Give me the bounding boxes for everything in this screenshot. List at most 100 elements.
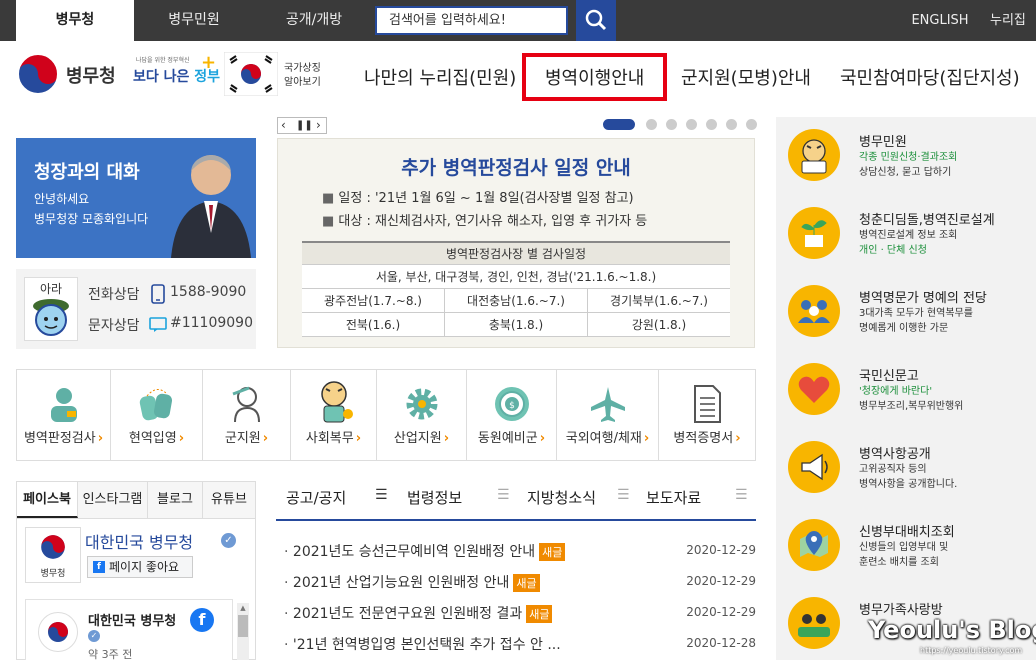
- slider-dot[interactable]: [726, 119, 737, 130]
- table-title: 병역판정검사장 별 검사일정: [302, 243, 730, 265]
- document-icon: [694, 385, 721, 423]
- facebook-widget: 병무청 대한민국 병무청 ✓ f 페이지 좋아요 대한민국 병무청 f ✓ 약 …: [16, 519, 256, 661]
- menu-icon[interactable]: ☰: [375, 487, 388, 503]
- nuri-link[interactable]: 누리집: [990, 0, 1036, 41]
- gov-innovation-logo[interactable]: 나답을 위한 정부혁신 보다 나은 정부 +: [133, 52, 220, 96]
- english-link[interactable]: ENGLISH: [900, 0, 980, 41]
- service-industry[interactable]: 산업지원 ›: [377, 370, 467, 460]
- search-input[interactable]: 검색어를 입력하세요!: [375, 6, 568, 35]
- tab-civil[interactable]: 병무민원: [134, 0, 254, 41]
- nav-recruit[interactable]: 군지원(모병)안내: [681, 64, 811, 90]
- quick-link-desc: 훈련소 배치를 조회: [859, 557, 939, 568]
- nav-participation[interactable]: 국민참여마당(집단지성): [840, 64, 1020, 90]
- service-exam[interactable]: 병역판정검사 ›: [17, 370, 111, 460]
- service-enlist[interactable]: 현역입영 ›: [111, 370, 203, 460]
- notice-date: 2020-12-29: [686, 605, 756, 619]
- menu-icon[interactable]: ☰: [617, 487, 630, 503]
- quick-link-desc: 병역사항을 공개합니다.: [859, 479, 958, 490]
- ara-avatar: 아라: [24, 277, 78, 341]
- quick-link-desc: 신병들의 입영부대 및: [859, 542, 949, 553]
- scrollbar[interactable]: ▲: [237, 603, 249, 660]
- service-certificate[interactable]: 병적증명서 ›: [659, 370, 755, 460]
- sns-tab-youtube[interactable]: 유튜브: [203, 482, 255, 518]
- scroll-up-icon[interactable]: ▲: [238, 605, 248, 612]
- board-tab-law[interactable]: 법령정보: [407, 487, 462, 508]
- search-icon: [585, 9, 607, 31]
- facebook-icon: f: [93, 561, 105, 573]
- slider-dot[interactable]: [646, 119, 657, 130]
- menu-icon[interactable]: ☰: [497, 487, 510, 503]
- slider-dot[interactable]: [706, 119, 717, 130]
- board-tab-press[interactable]: 보도자료: [646, 487, 701, 508]
- table-cell: 강원(1.8.): [588, 313, 730, 337]
- medal-icon: $: [495, 387, 529, 421]
- sns-tab-facebook[interactable]: 페이스북: [17, 482, 78, 518]
- slider-dot-active[interactable]: [603, 119, 635, 130]
- notice-row[interactable]: · 2021년 산업기능요원 인원배정 안내 새글 2020-12-29: [276, 572, 756, 592]
- facebook-icon: f: [190, 608, 214, 632]
- fb-like-button[interactable]: f 페이지 좋아요: [87, 556, 193, 578]
- quick-link-desc: 병무부조리,복무위반행위: [859, 401, 964, 412]
- ara-mascot-icon: [33, 299, 69, 336]
- board-tab-notice[interactable]: 공고/공지: [286, 487, 346, 508]
- mma-logo[interactable]: 병무청: [16, 52, 116, 96]
- symbol-line1: 국가상징: [284, 63, 321, 74]
- new-badge: 새글: [539, 543, 566, 561]
- quick-link-epeople[interactable]: 국민신문고 '청장에게 바란다' 병무부조리,복무위반행위: [776, 351, 1036, 429]
- slider-notice[interactable]: 추가 병역판정검사 일정 안내 ■ 일정 : '21년 1월 6일 ~ 1월 8…: [277, 138, 755, 348]
- quick-link-desc: 각종 민원신청·결과조회: [859, 152, 958, 163]
- gear-icon: [406, 388, 438, 420]
- quick-link-placement[interactable]: 신병부대배치조회 신병들의 입영부대 및 훈련소 배치를 조회: [776, 507, 1036, 585]
- service-social[interactable]: 사회복무 ›: [291, 370, 377, 460]
- sms-number[interactable]: #11109090: [170, 315, 253, 331]
- national-symbol-link[interactable]: 국가상징 알아보기: [224, 52, 324, 96]
- quick-link-career[interactable]: 청춘디딤돌,병역진로설계 병역진로설계 정보 조회 개인 · 단체 신청: [776, 195, 1036, 273]
- commissioner-banner[interactable]: 청장과의 대화 안녕하세요 병무청장 모종화입니다: [16, 138, 256, 258]
- tab-mma[interactable]: 병무청: [16, 0, 134, 41]
- fb-post[interactable]: 대한민국 병무청 f ✓ 약 3주 전: [25, 599, 233, 661]
- notice-row[interactable]: · 2021년도 전문연구요원 인원배정 결과 새글 2020-12-29: [276, 603, 756, 623]
- watermark: Yeoulu's Blog: [868, 616, 1036, 644]
- quick-link-civil[interactable]: 병무민원 각종 민원신청·결과조회 상담신청, 묻고 답하기: [776, 117, 1036, 195]
- menu-icon[interactable]: ☰: [735, 487, 748, 503]
- service-travel[interactable]: 국외여행/체재 ›: [557, 370, 659, 460]
- phone-label: 전화상담: [88, 287, 140, 303]
- fb-page-logo[interactable]: 병무청: [25, 527, 81, 583]
- sns-tab-blog[interactable]: 블로그: [148, 482, 203, 518]
- service-label: 사회복무: [305, 431, 354, 446]
- verified-icon: ✓: [88, 630, 100, 642]
- notice-bullet1: 일정 : '21년 1월 6일 ~ 1월 8일(검사장별 일정 참고): [338, 191, 634, 206]
- scrollbar-thumb[interactable]: [238, 615, 248, 637]
- phone-number[interactable]: 1588-9090: [170, 284, 246, 300]
- service-reserve[interactable]: $ 동원예비군 ›: [467, 370, 557, 460]
- slider-dot[interactable]: [686, 119, 697, 130]
- new-badge: 새글: [526, 605, 553, 623]
- notice-row[interactable]: · '21년 현역병입영 본인선택원 추가 접수 안 ... 2020-12-2…: [276, 634, 756, 654]
- slider-dot[interactable]: [666, 119, 677, 130]
- table-row1: 서울, 부산, 대구경북, 경인, 인천, 경남('21.1.6.~1.8.): [302, 265, 730, 289]
- table-cell: 충북(1.8.): [445, 313, 588, 337]
- nav-my-nuri[interactable]: 나만의 누리집(민원): [364, 64, 516, 90]
- service-label: 현역입영: [128, 431, 177, 446]
- service-volunteer[interactable]: 군지원 ›: [203, 370, 291, 460]
- notice-row[interactable]: · 2021년도 승선근무예비역 인원배정 안내 새글 2020-12-29: [276, 541, 756, 561]
- next-icon[interactable]: ›: [316, 118, 321, 133]
- highlight-box: [522, 53, 667, 101]
- top-bar: 병무청 병무민원 공개/개방 검색어를 입력하세요! ENGLISH 누리집: [0, 0, 1036, 41]
- phone-icon: [151, 284, 165, 304]
- prev-icon[interactable]: ‹: [281, 118, 286, 133]
- quick-link-honor[interactable]: 병역명문가 명예의 전당 3대가족 모두가 현역복무를 명예롭게 이행한 가문: [776, 273, 1036, 351]
- quick-link-desc: 상담신청, 묻고 답하기: [859, 167, 952, 178]
- sns-tab-instagram[interactable]: 인스타그램: [78, 482, 148, 518]
- verified-icon: ✓: [221, 533, 236, 548]
- slider-dot[interactable]: [746, 119, 757, 130]
- search-button[interactable]: [576, 0, 616, 41]
- tab-open[interactable]: 공개/개방: [254, 0, 374, 41]
- service-label: 군지원: [224, 431, 261, 446]
- quick-link-disclosure[interactable]: 병역사항공개 고위공직자 등의 병역사항을 공개합니다.: [776, 429, 1036, 507]
- board-tab-regional[interactable]: 지방청소식: [527, 487, 596, 508]
- pause-icon[interactable]: ❚❚: [296, 118, 313, 133]
- fb-page-name[interactable]: 대한민국 병무청: [85, 529, 193, 553]
- new-badge: 새글: [513, 574, 540, 592]
- airplane-icon: [591, 387, 625, 422]
